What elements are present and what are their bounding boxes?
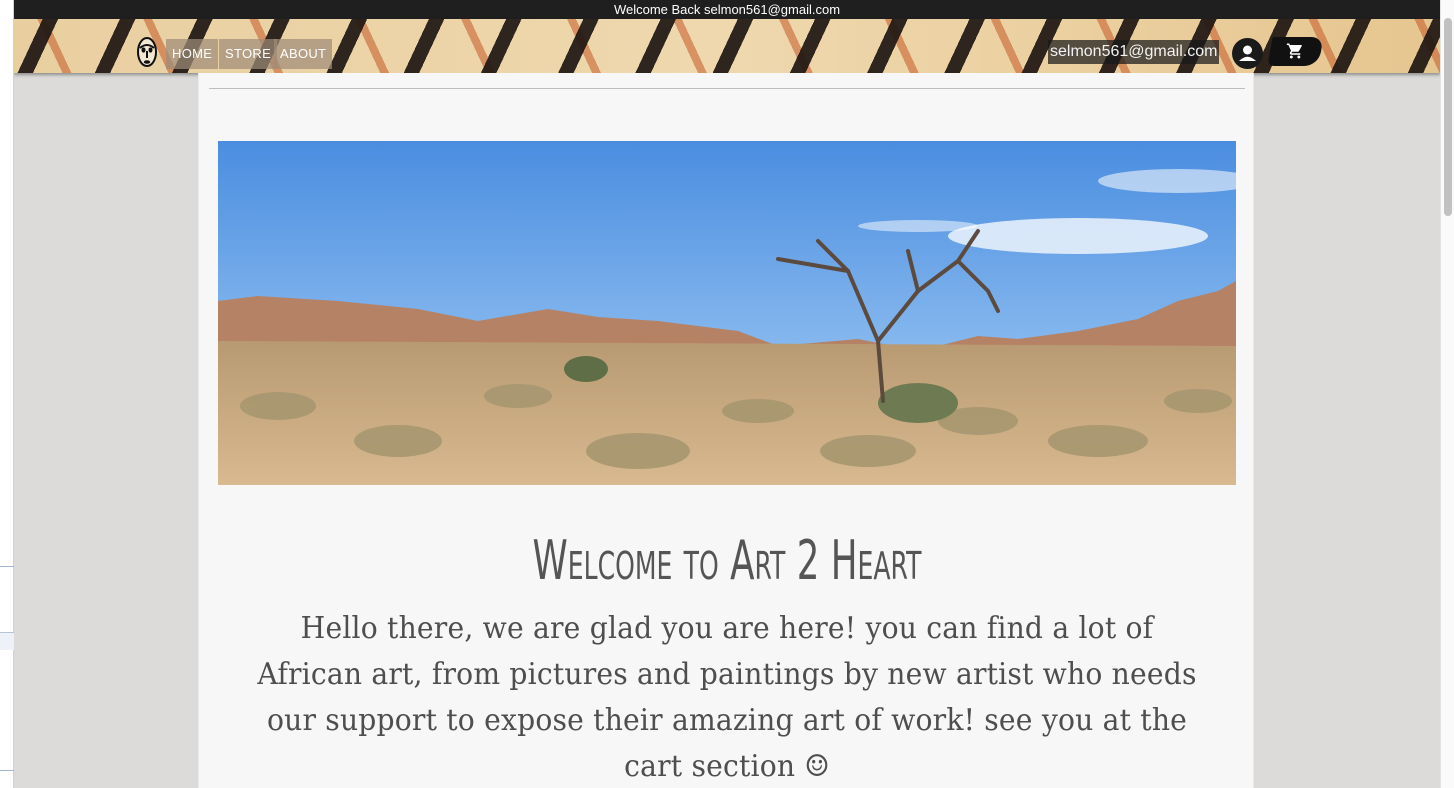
intro-paragraph: Hello there, we are glad you are here! y… [257,611,1197,784]
nav-home-link[interactable]: HOME [166,39,219,69]
hero-image [218,141,1236,485]
account-button[interactable] [1232,38,1263,69]
shopping-cart-icon [1286,43,1302,59]
page-title: Welcome to Art 2 Heart [532,529,922,592]
top-navbar: HOME STORE ABOUT selmon561@gmail.com [14,19,1440,73]
african-mask-icon[interactable] [136,36,158,69]
nav-store-link[interactable]: STORE [219,39,278,69]
main-content: Welcome to Art 2 Heart Hello there, we a… [198,73,1254,788]
strip-divider [0,566,14,567]
user-email-label[interactable]: selmon561@gmail.com [1048,40,1220,64]
page-scrollbar[interactable] [1440,0,1454,788]
nav-about-link[interactable]: ABOUT [274,39,333,69]
scrollbar-thumb[interactable] [1444,18,1452,216]
divider [209,88,1245,89]
strip-panel [0,632,14,650]
welcome-banner: Welcome Back selmon561@gmail.com [14,0,1440,19]
cart-button[interactable] [1267,37,1324,66]
page-frame: Welcome Back selmon561@gmail.com HOME ST… [14,0,1440,788]
strip-divider [0,770,14,771]
browser-left-strip [0,0,14,788]
person-circle-icon [1239,45,1256,61]
